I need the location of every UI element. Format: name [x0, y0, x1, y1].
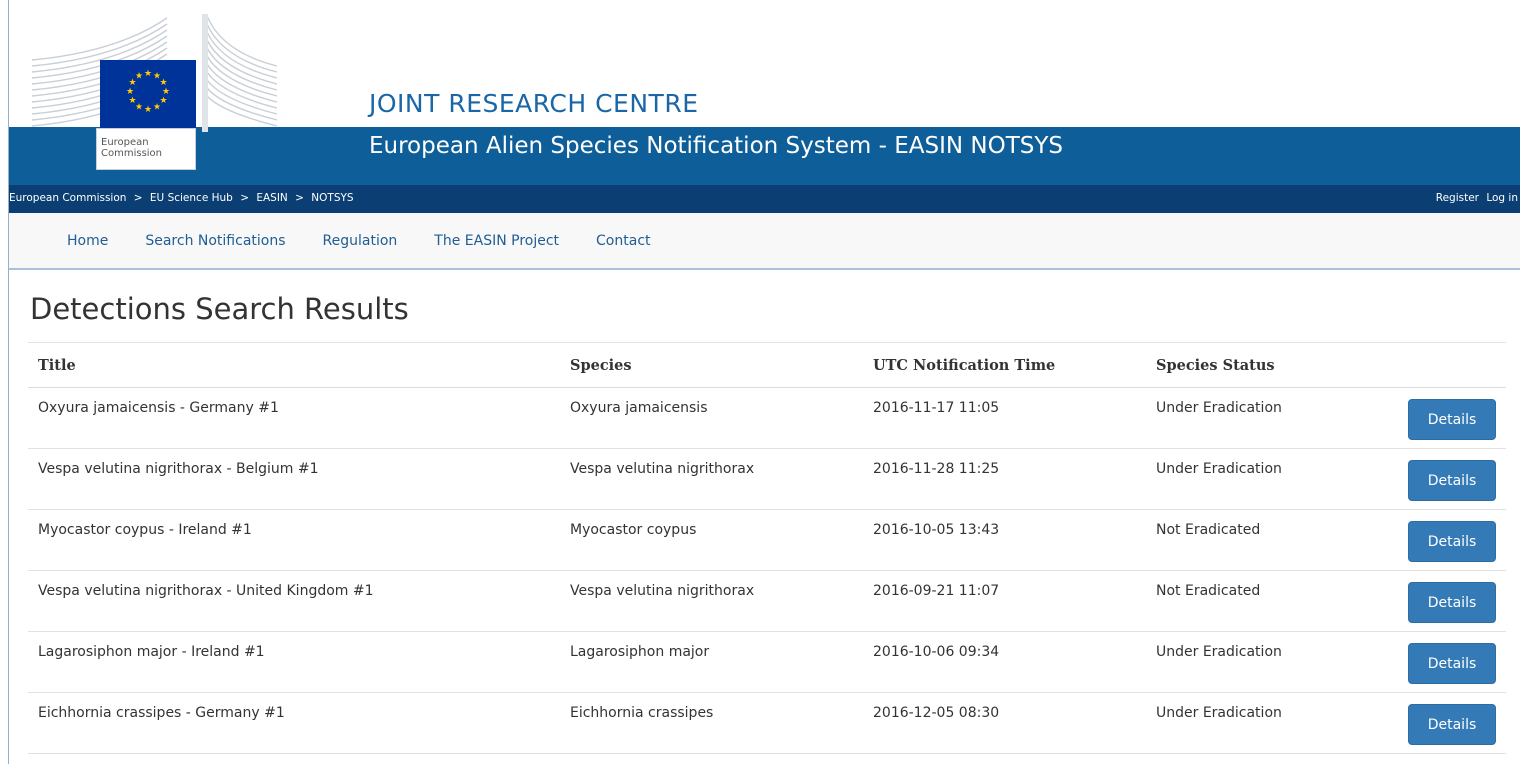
svg-text:★: ★ — [144, 69, 152, 79]
breadcrumb-separator: > — [133, 192, 143, 204]
svg-text:★: ★ — [153, 103, 161, 113]
column-header-status: Species Status — [1146, 342, 1396, 388]
nav-item-contact[interactable]: Contact — [596, 233, 650, 249]
logo-line-2: Commission — [101, 148, 163, 159]
nav-item-easin-project[interactable]: The EASIN Project — [434, 233, 559, 249]
cell-action: Details — [1396, 448, 1506, 510]
cell-title: Vespa velutina nigrithorax - United King… — [28, 570, 560, 632]
cell-species: Lagarosiphon major — [560, 631, 863, 693]
column-header-title: Title — [28, 342, 560, 388]
details-button[interactable]: Details — [1408, 460, 1496, 501]
register-link[interactable]: Register — [1436, 192, 1479, 204]
details-button[interactable]: Details — [1408, 521, 1496, 562]
cell-status: Under Eradication — [1146, 387, 1396, 449]
login-link[interactable]: Log in — [1486, 192, 1518, 204]
cell-title: Eichhornia crassipes - Germany #1 — [28, 692, 560, 754]
svg-text:★: ★ — [128, 96, 136, 106]
cell-status: Not Eradicated — [1146, 570, 1396, 632]
cell-status: Under Eradication — [1146, 692, 1396, 754]
results-table: Title Species UTC Notification Time Spec… — [28, 342, 1506, 754]
breadcrumb-item-easin[interactable]: EASIN — [256, 192, 287, 204]
column-header-time: UTC Notification Time — [863, 342, 1146, 388]
breadcrumb: European Commission > EU Science Hub > E… — [9, 192, 354, 204]
cell-species: Myocastor coypus — [560, 509, 863, 571]
table-row: Oxyura jamaicensis - Germany #1 Oxyura j… — [28, 387, 1506, 449]
logo-line-1: European — [101, 137, 149, 148]
breadcrumb-separator: > — [240, 192, 249, 204]
auth-links: Register Log in — [1432, 192, 1518, 204]
table-row: Myocastor coypus - Ireland #1 Myocastor … — [28, 509, 1506, 571]
cell-time: 2016-10-06 09:34 — [863, 631, 1146, 693]
cell-title: Myocastor coypus - Ireland #1 — [28, 509, 560, 571]
cell-time: 2016-12-05 08:30 — [863, 692, 1146, 754]
table-row: Vespa velutina nigrithorax - Belgium #1 … — [28, 448, 1506, 510]
cell-species: Vespa velutina nigrithorax — [560, 448, 863, 510]
svg-text:★: ★ — [144, 105, 152, 115]
table-row: Vespa velutina nigrithorax - United King… — [28, 570, 1506, 632]
cell-time: 2016-10-05 13:43 — [863, 509, 1146, 571]
column-header-action — [1396, 342, 1506, 388]
cell-species: Eichhornia crassipes — [560, 692, 863, 754]
cell-action: Details — [1396, 387, 1506, 449]
nav-item-search-notifications[interactable]: Search Notifications — [145, 233, 285, 249]
cell-time: 2016-09-21 11:07 — [863, 570, 1146, 632]
main-nav: Home Search Notifications Regulation The… — [9, 213, 1520, 270]
cell-status: Not Eradicated — [1146, 509, 1396, 571]
svg-text:★: ★ — [135, 72, 143, 82]
cell-time: 2016-11-17 11:05 — [863, 387, 1146, 449]
cell-species: Oxyura jamaicensis — [560, 387, 863, 449]
org-name: JOINT RESEARCH CENTRE — [369, 89, 699, 118]
breadcrumb-separator: > — [295, 192, 304, 204]
page-title: Detections Search Results — [30, 292, 409, 326]
svg-text:★: ★ — [126, 87, 134, 97]
cell-title: Vespa velutina nigrithorax - Belgium #1 — [28, 448, 560, 510]
eu-flag-icon: ★ ★ ★ ★ ★ ★ ★ ★ ★ ★ ★ ★ — [100, 60, 196, 128]
cell-title: Lagarosiphon major - Ireland #1 — [28, 631, 560, 693]
cell-action: Details — [1396, 509, 1506, 571]
logo-caption: European Commission — [96, 128, 196, 170]
details-button[interactable]: Details — [1408, 643, 1496, 684]
cell-action: Details — [1396, 631, 1506, 693]
column-header-species: Species — [560, 342, 863, 388]
breadcrumb-item-notsys[interactable]: NOTSYS — [311, 192, 353, 204]
site-header: ★ ★ ★ ★ ★ ★ ★ ★ ★ ★ ★ ★ European Commission JOIN… — [0, 0, 1520, 213]
european-commission-logo[interactable]: ★ ★ ★ ★ ★ ★ ★ ★ ★ ★ ★ ★ European Commission — [22, 12, 282, 172]
cell-action: Details — [1396, 692, 1506, 754]
breadcrumb-item-european-commission[interactable]: European Commission — [9, 192, 126, 204]
cell-status: Under Eradication — [1146, 631, 1396, 693]
cell-time: 2016-11-28 11:25 — [863, 448, 1146, 510]
nav-item-home[interactable]: Home — [67, 233, 108, 249]
nav-item-regulation[interactable]: Regulation — [323, 233, 398, 249]
details-button[interactable]: Details — [1408, 399, 1496, 440]
table-row: Lagarosiphon major - Ireland #1 Lagarosi… — [28, 631, 1506, 693]
site-title[interactable]: European Alien Species Notification Syst… — [369, 133, 1063, 159]
cell-species: Vespa velutina nigrithorax — [560, 570, 863, 632]
breadcrumb-item-eu-science-hub[interactable]: EU Science Hub — [150, 192, 233, 204]
details-button[interactable]: Details — [1408, 704, 1496, 745]
cell-action: Details — [1396, 570, 1506, 632]
table-row: Eichhornia crassipes - Germany #1 Eichho… — [28, 692, 1506, 754]
table-header-row: Title Species UTC Notification Time Spec… — [28, 342, 1506, 388]
cell-title: Oxyura jamaicensis - Germany #1 — [28, 387, 560, 449]
details-button[interactable]: Details — [1408, 582, 1496, 623]
cell-status: Under Eradication — [1146, 448, 1396, 510]
